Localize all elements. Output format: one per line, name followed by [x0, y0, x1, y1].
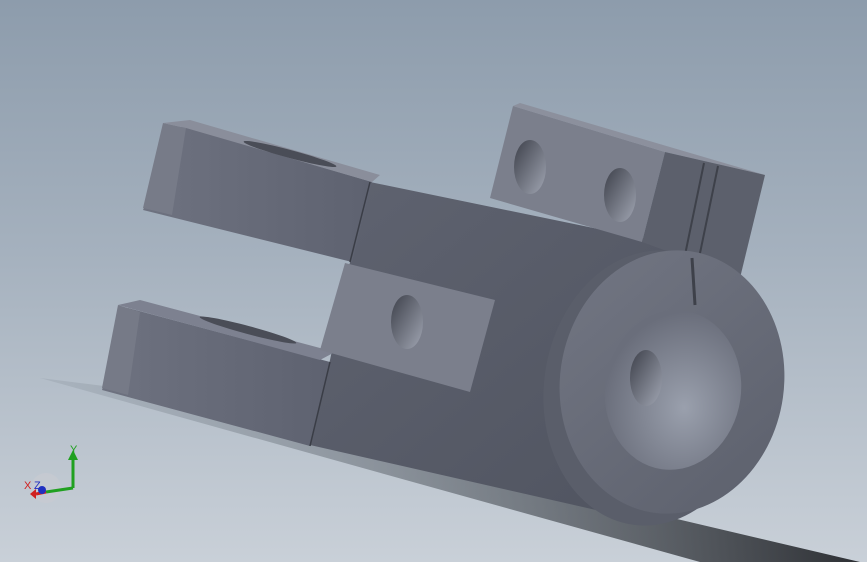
- boss-bore-cross-hole[interactable]: [630, 350, 662, 406]
- middle-tab-hole[interactable]: [391, 295, 423, 349]
- triad-x-label: X: [24, 480, 32, 492]
- triad-z-label: Z: [34, 480, 41, 492]
- clamp-hole-right[interactable]: [604, 168, 636, 222]
- 3d-part-model[interactable]: [0, 0, 867, 562]
- clamp-hole-left[interactable]: [514, 140, 546, 194]
- orientation-triad[interactable]: X Z Y: [18, 440, 88, 510]
- triad-y-label: Y: [70, 444, 78, 456]
- graphics-viewport[interactable]: X Z Y: [0, 0, 867, 562]
